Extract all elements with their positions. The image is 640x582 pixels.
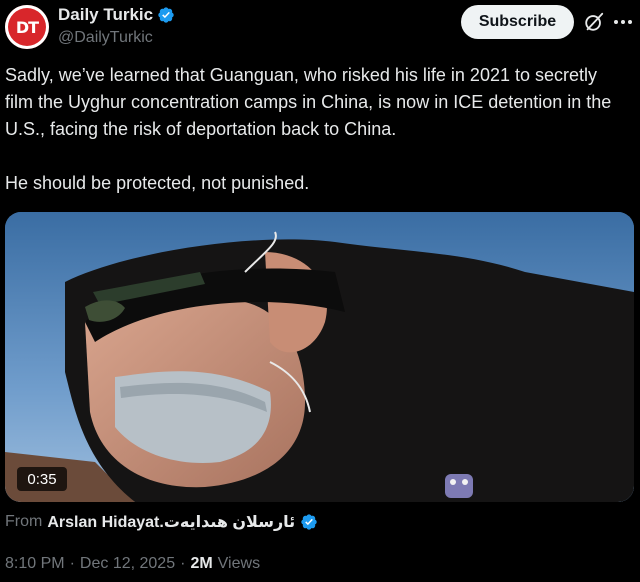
video-frame <box>5 212 634 502</box>
from-label: From <box>5 513 43 530</box>
post-paragraph: Sadly, we’ve learned that Guanguan, who … <box>5 65 612 139</box>
post-time[interactable]: 8:10 PM <box>5 555 65 573</box>
views-count: 2M <box>190 555 213 572</box>
display-name[interactable]: Daily Turkic <box>58 5 153 25</box>
meta-separator: · <box>180 555 186 572</box>
verified-badge-icon <box>158 7 174 23</box>
post-paragraph: He should be protected, not punished. <box>5 173 310 193</box>
post-text: Sadly, we’ve learned that Guanguan, who … <box>5 62 625 197</box>
name-row: Daily Turkic <box>58 5 175 25</box>
views-label: Views <box>217 555 261 572</box>
avatar[interactable]: DT <box>5 5 49 49</box>
handle[interactable]: @DailyTurkic <box>58 29 153 47</box>
video-player[interactable] <box>5 212 634 502</box>
video-duration-badge: 0:35 <box>17 467 67 491</box>
grok-icon[interactable] <box>583 11 605 33</box>
post-date[interactable]: Dec 12, 2025 <box>80 555 175 573</box>
meta-separator: · <box>69 555 75 572</box>
post-meta: 8:10 PM · Dec 12, 2025 · 2M Views <box>5 555 260 573</box>
more-icon[interactable] <box>611 10 635 34</box>
verified-badge-icon <box>301 514 317 530</box>
avatar-logo: DT <box>9 9 45 45</box>
attribution-row: From Arslan Hidayat.ئارسلان ھىدايەت <box>5 512 318 532</box>
post-header: DT Daily Turkic @DailyTurkic Subscribe <box>0 0 640 58</box>
source-user-link[interactable]: Arslan Hidayat.ئارسلان ھىدايەت <box>47 512 295 532</box>
subscribe-button[interactable]: Subscribe <box>461 5 574 39</box>
